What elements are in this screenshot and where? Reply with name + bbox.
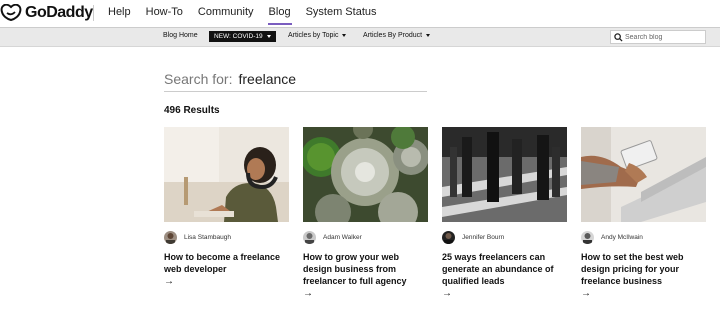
- articles-by-topic-label: Articles by Topic: [288, 32, 339, 39]
- articles-by-product-label: Articles By Product: [363, 32, 423, 39]
- article-image[interactable]: [442, 127, 567, 222]
- blog-home-link[interactable]: Blog Home: [163, 32, 198, 39]
- author-name[interactable]: Jennifer Bourn: [462, 234, 504, 241]
- search-query-row[interactable]: Search for: freelance: [164, 71, 427, 92]
- article-card[interactable]: Andy McIlwain How to set the best web de…: [581, 127, 706, 299]
- blog-search-box[interactable]: [610, 30, 706, 44]
- search-term[interactable]: freelance: [238, 71, 296, 87]
- article-image[interactable]: [303, 127, 428, 222]
- article-card[interactable]: Jennifer Bourn 25 ways freelancers can g…: [442, 127, 567, 299]
- nav-community[interactable]: Community: [198, 6, 254, 23]
- article-image[interactable]: [164, 127, 289, 222]
- articles-by-product-dropdown[interactable]: Articles By Product: [363, 32, 431, 39]
- chevron-down-icon: [266, 35, 271, 38]
- article-title[interactable]: How to grow your web design business fro…: [303, 251, 428, 287]
- article-title[interactable]: 25 ways freelancers can generate an abun…: [442, 251, 567, 287]
- chevron-down-icon: [426, 34, 431, 37]
- search-icon[interactable]: [614, 32, 623, 42]
- article-author: Andy McIlwain: [581, 230, 706, 244]
- articles-by-topic-dropdown[interactable]: Articles by Topic: [288, 32, 347, 39]
- article-card[interactable]: Lisa Stambaugh How to become a freelance…: [164, 127, 289, 287]
- article-author: Lisa Stambaugh: [164, 230, 289, 244]
- article-title[interactable]: How to set the best web design pricing f…: [581, 251, 706, 287]
- avatar: [442, 230, 455, 244]
- arrow-right-icon[interactable]: →: [164, 276, 289, 287]
- nav-help[interactable]: Help: [108, 6, 131, 23]
- article-card[interactable]: Adam Walker How to grow your web design …: [303, 127, 428, 299]
- nav-blog[interactable]: Blog: [267, 6, 292, 25]
- arrow-right-icon[interactable]: →: [442, 288, 567, 299]
- avatar: [581, 230, 594, 244]
- top-nav-links: Help How-To Community Blog System Status: [108, 6, 392, 25]
- covid-label: NEW: COVID-19: [214, 33, 263, 40]
- blog-subnav: Blog Home NEW: COVID-19 Articles by Topi…: [0, 27, 720, 47]
- chevron-down-icon: [342, 34, 347, 37]
- results-count: 496 Results: [164, 105, 220, 116]
- arrow-right-icon[interactable]: →: [303, 288, 428, 299]
- godaddy-logo-icon: [0, 4, 22, 22]
- top-navigation-bar: GoDaddy Help How-To Community Blog Syste…: [0, 0, 720, 27]
- brand-name: GoDaddy: [25, 4, 93, 21]
- arrow-right-icon[interactable]: →: [581, 288, 706, 299]
- article-title[interactable]: How to become a freelance web developer: [164, 251, 289, 275]
- search-for-label: Search for:: [164, 71, 233, 87]
- article-image[interactable]: [581, 127, 706, 222]
- nav-how-to[interactable]: How-To: [146, 6, 183, 23]
- article-author: Adam Walker: [303, 230, 428, 244]
- avatar: [164, 230, 177, 244]
- author-name[interactable]: Adam Walker: [323, 234, 362, 241]
- author-name[interactable]: Lisa Stambaugh: [184, 234, 231, 241]
- covid-dropdown[interactable]: NEW: COVID-19: [209, 31, 276, 42]
- godaddy-logo[interactable]: GoDaddy: [0, 4, 93, 22]
- blog-search-input[interactable]: [623, 33, 703, 41]
- author-name[interactable]: Andy McIlwain: [601, 234, 643, 241]
- nav-system-status[interactable]: System Status: [306, 6, 377, 23]
- avatar: [303, 230, 316, 244]
- nav-divider: [93, 5, 94, 21]
- article-author: Jennifer Bourn: [442, 230, 567, 244]
